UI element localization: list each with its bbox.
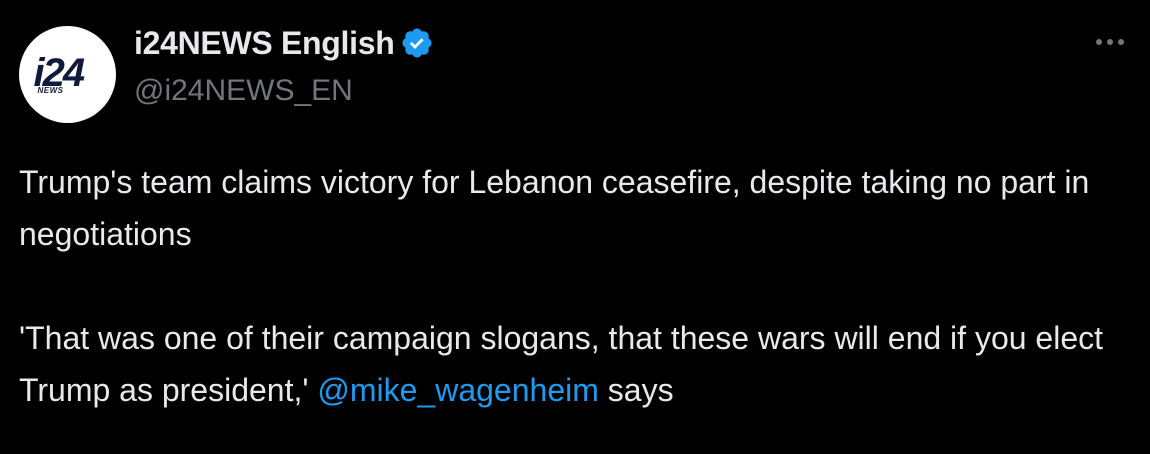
more-options-button[interactable] xyxy=(1090,30,1130,54)
tweet-text: Trump's team claims victory for Lebanon … xyxy=(19,156,1139,416)
paragraph-break xyxy=(19,260,1139,312)
tweet-card: i24 NEWS i24NEWS English @i24NEWS_EN Tru… xyxy=(0,0,1150,454)
more-options-icon xyxy=(1096,39,1124,45)
user-handle[interactable]: @i24NEWS_EN xyxy=(134,74,434,108)
verified-badge-icon[interactable] xyxy=(400,26,434,60)
user-info: i24NEWS English @i24NEWS_EN xyxy=(134,22,434,108)
name-row: i24NEWS English xyxy=(134,22,434,64)
tweet-quote: 'That was one of their campaign slogans,… xyxy=(19,312,1139,416)
tweet-headline: Trump's team claims victory for Lebanon … xyxy=(19,164,1090,252)
i24news-logo-icon: i24 NEWS xyxy=(32,51,104,95)
mention-link[interactable]: @mike_wagenheim xyxy=(317,372,599,408)
avatar[interactable]: i24 NEWS xyxy=(19,26,116,123)
quote-tail: says xyxy=(598,372,674,408)
avatar-logo-sub: NEWS xyxy=(37,85,64,95)
display-name[interactable]: i24NEWS English xyxy=(134,25,395,62)
